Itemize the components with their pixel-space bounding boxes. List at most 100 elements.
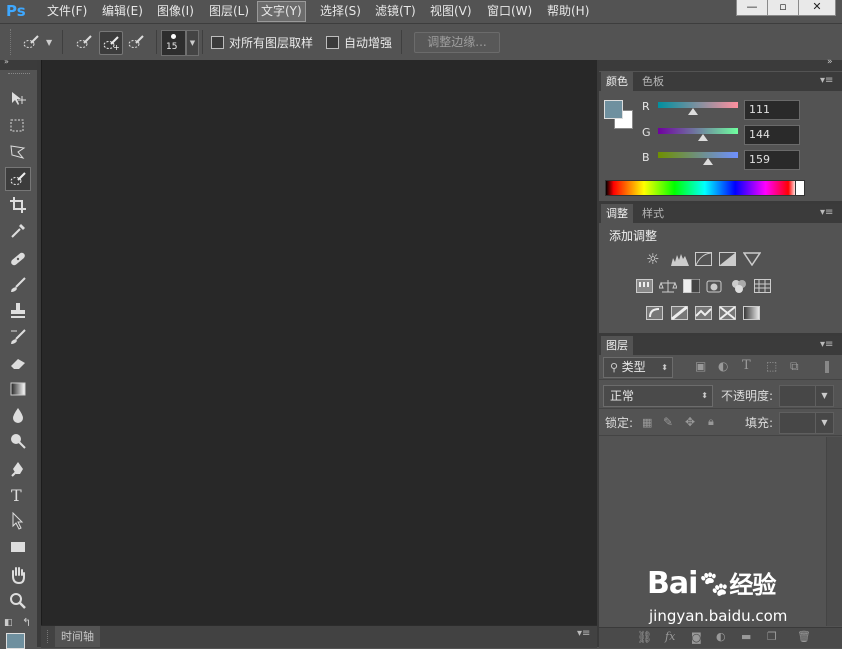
curves-icon[interactable] — [695, 252, 713, 266]
restore-button[interactable]: ▫ — [767, 0, 799, 16]
subtract-from-selection-button[interactable] — [125, 31, 147, 53]
menu-layer[interactable]: 图层(L) — [209, 0, 249, 22]
delete-layer-icon[interactable]: 🗑︎ — [797, 630, 811, 643]
white-ramp-swatch[interactable] — [795, 180, 805, 196]
layer-filter-dropdown[interactable]: ⚲ 类型 ⬍ — [603, 357, 673, 378]
new-selection-button[interactable] — [73, 31, 95, 53]
grip-handle[interactable] — [8, 73, 30, 76]
refine-edge-button[interactable]: 调整边缘... — [414, 32, 500, 53]
tool-preset-picker[interactable] — [20, 31, 42, 53]
brush-size-picker[interactable]: 15 — [161, 30, 186, 56]
collapse-icon[interactable]: » — [827, 57, 833, 67]
minimize-button[interactable]: — — [736, 0, 768, 16]
red-slider-thumb[interactable] — [687, 108, 698, 115]
color-balance-icon[interactable] — [658, 279, 678, 293]
path-selection-tool[interactable] — [6, 510, 30, 532]
new-layer-icon[interactable]: ❐ — [767, 630, 777, 643]
hue-saturation-icon[interactable] — [636, 279, 654, 293]
auto-enhance-checkbox[interactable] — [326, 36, 339, 49]
filter-toggle-switch[interactable] — [825, 361, 829, 373]
brush-size-dropdown[interactable]: ▼ — [186, 30, 199, 56]
invert-icon[interactable] — [646, 306, 664, 320]
red-slider[interactable] — [658, 102, 738, 108]
lock-all-icon[interactable]: 🔒︎ — [708, 415, 714, 429]
blue-slider-thumb[interactable] — [702, 158, 713, 165]
healing-brush-tool[interactable] — [6, 248, 30, 270]
eraser-tool[interactable] — [6, 352, 30, 374]
grip-handle[interactable] — [10, 29, 13, 55]
marquee-tool[interactable] — [6, 115, 30, 137]
gradient-map-icon[interactable] — [743, 306, 761, 320]
document-canvas-area[interactable] — [41, 60, 598, 625]
opacity-field[interactable] — [779, 385, 817, 407]
menu-view[interactable]: 视图(V) — [430, 0, 472, 22]
filter-type-icon[interactable]: T — [742, 358, 751, 373]
panel-menu-icon[interactable]: ▾≡ — [820, 75, 833, 86]
sample-all-layers-checkbox[interactable] — [211, 36, 224, 49]
hand-tool[interactable] — [6, 564, 30, 586]
tab-layers[interactable]: 图层 — [601, 336, 633, 355]
green-slider-thumb[interactable] — [698, 134, 709, 141]
filter-pixel-icon[interactable]: ▣ — [695, 359, 706, 373]
panel-menu-icon[interactable]: ▾≡ — [820, 207, 833, 218]
tab-styles[interactable]: 样式 — [637, 204, 669, 223]
blur-tool[interactable] — [6, 404, 30, 426]
layer-style-icon[interactable]: fx — [665, 630, 675, 643]
blend-mode-dropdown[interactable]: 正常 ⬍ — [603, 385, 713, 407]
close-button[interactable]: ✕ — [798, 0, 836, 16]
timeline-tab[interactable]: 时间轴 — [55, 626, 100, 647]
crop-tool[interactable] — [6, 194, 30, 216]
quick-selection-tool[interactable] — [5, 167, 31, 191]
fill-field[interactable] — [779, 412, 817, 434]
add-to-selection-button[interactable]: + — [99, 31, 123, 55]
menu-file[interactable]: 文件(F) — [47, 0, 87, 22]
menu-image[interactable]: 图像(I) — [157, 0, 194, 22]
add-mask-icon[interactable]: ◙ — [691, 631, 702, 644]
lock-pixels-icon[interactable]: ✎ — [663, 415, 673, 429]
panel-menu-icon[interactable]: ▾≡ — [577, 628, 590, 639]
eyedropper-tool[interactable] — [6, 220, 30, 242]
selective-color-icon[interactable] — [719, 306, 737, 320]
fill-dropdown[interactable]: ▼ — [815, 412, 834, 434]
foreground-color-swatch[interactable] — [604, 100, 623, 119]
gradient-tool[interactable] — [6, 378, 30, 400]
new-group-icon[interactable]: ▬ — [741, 630, 751, 643]
tools-panel-header[interactable]: » — [0, 57, 37, 70]
green-value-field[interactable]: 144 — [744, 125, 800, 145]
black-white-icon[interactable] — [683, 279, 701, 293]
posterize-icon[interactable] — [671, 305, 689, 321]
exposure-icon[interactable] — [719, 252, 737, 266]
lock-position-icon[interactable]: ✥ — [685, 415, 695, 429]
default-colors-icon[interactable]: ◧ — [4, 618, 13, 628]
layers-scrollbar[interactable] — [826, 437, 842, 626]
vibrance-icon[interactable] — [742, 252, 762, 267]
filter-adjustment-icon[interactable]: ◐ — [718, 359, 728, 373]
dodge-tool[interactable] — [6, 430, 30, 452]
collapse-icon[interactable]: » — [4, 57, 9, 66]
swap-colors-icon[interactable]: ↰ — [22, 616, 31, 629]
opacity-dropdown[interactable]: ▼ — [815, 385, 834, 407]
red-value-field[interactable]: 111 — [744, 100, 800, 120]
history-brush-tool[interactable] — [6, 326, 30, 348]
lasso-tool[interactable] — [6, 141, 30, 163]
new-adjustment-layer-icon[interactable]: ◐ — [716, 630, 726, 643]
grip-handle[interactable] — [47, 630, 53, 643]
pen-tool[interactable] — [6, 458, 30, 480]
panel-splitter[interactable] — [37, 60, 41, 647]
brush-tool[interactable] — [6, 274, 30, 296]
threshold-icon[interactable] — [695, 306, 713, 320]
menu-select[interactable]: 选择(S) — [320, 0, 361, 22]
color-spectrum-ramp[interactable] — [605, 180, 797, 196]
blue-slider[interactable] — [658, 152, 738, 158]
panel-menu-icon[interactable]: ▾≡ — [820, 339, 833, 350]
menu-window[interactable]: 窗口(W) — [487, 0, 532, 22]
menu-edit[interactable]: 编辑(E) — [102, 0, 143, 22]
tab-adjustments[interactable]: 调整 — [601, 204, 633, 223]
lock-transparent-icon[interactable]: ▦ — [642, 416, 652, 429]
menu-type[interactable]: 文字(Y) — [257, 1, 306, 22]
move-tool[interactable] — [6, 88, 30, 110]
tab-swatches[interactable]: 色板 — [637, 72, 669, 91]
shape-tool[interactable] — [6, 536, 30, 558]
blue-value-field[interactable]: 159 — [744, 150, 800, 170]
type-tool[interactable]: T — [6, 484, 30, 506]
